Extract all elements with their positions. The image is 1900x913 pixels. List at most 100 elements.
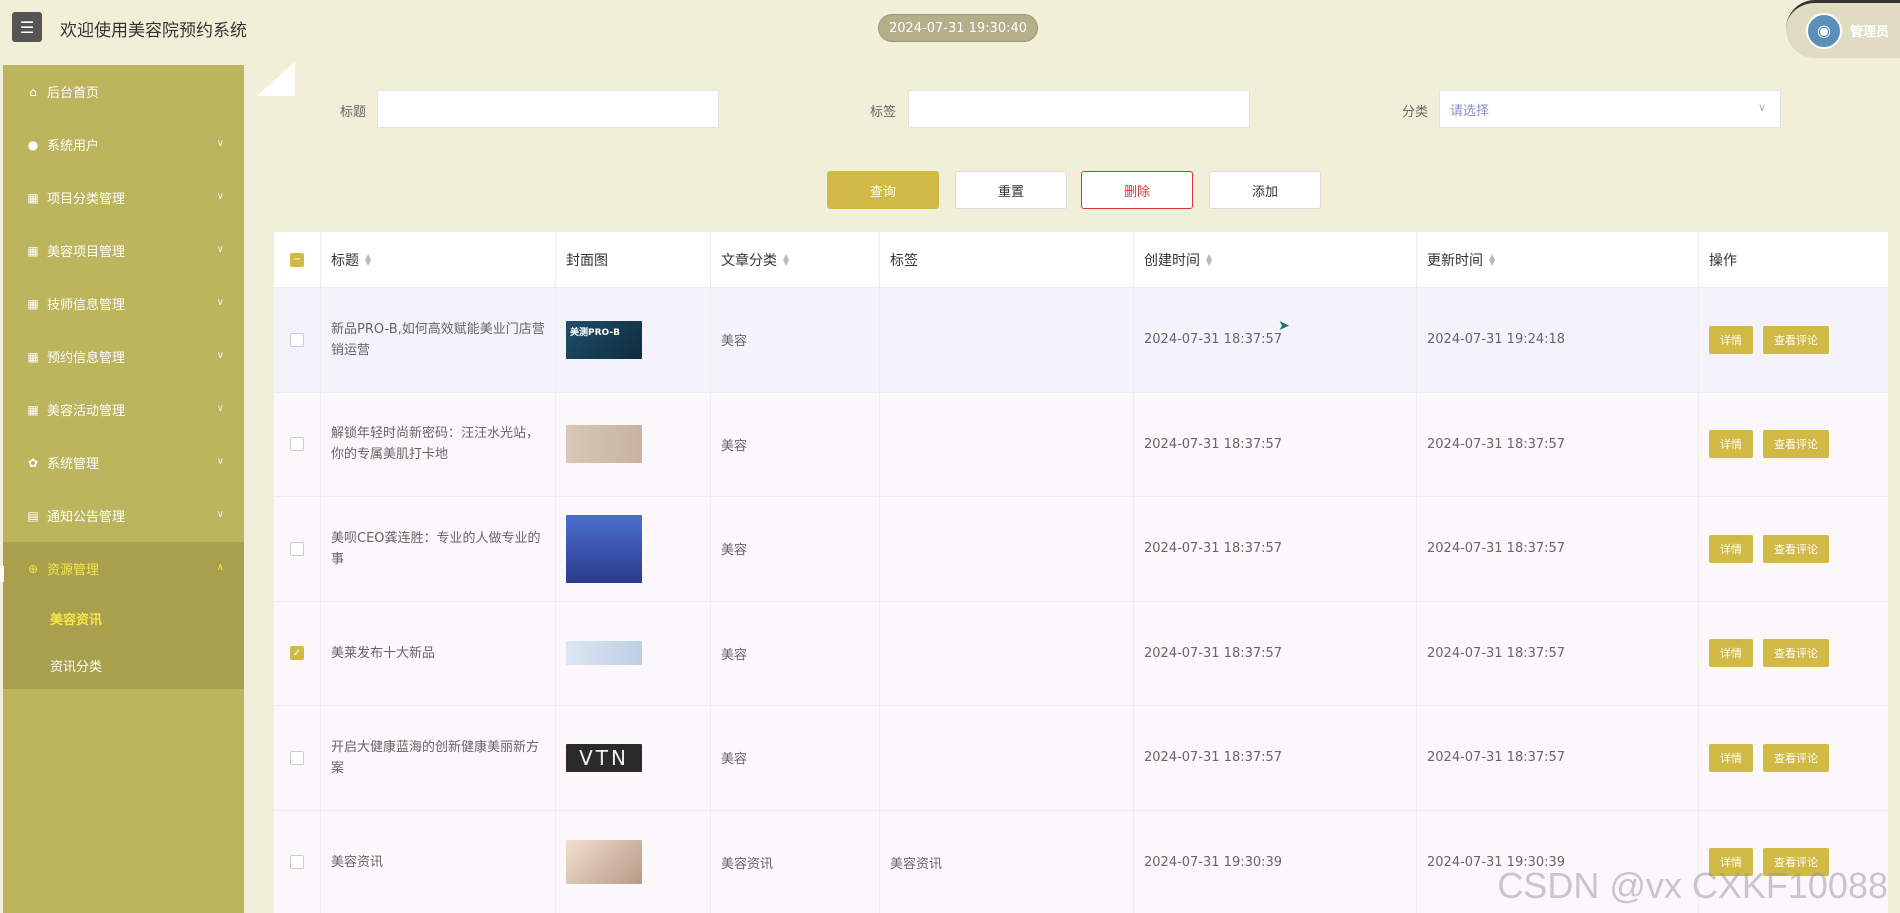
sidebar-item-system-management[interactable]: ✿ 系统管理 ∨ — [3, 436, 244, 489]
row-title: 解锁年轻时尚新密码：汪汪水光站，你的专属美肌打卡地 — [331, 426, 540, 463]
row-created: 2024-07-31 18:37:57 — [1134, 706, 1417, 810]
grid-icon: ▦ — [27, 296, 39, 311]
user-menu[interactable]: ◉ 管理员 — [1786, 0, 1900, 58]
cover-image: 美测PRO-B — [566, 320, 642, 359]
sidebar-item-appointments[interactable]: ▦ 预约信息管理 ∨ — [3, 330, 244, 383]
sidebar-item-technicians[interactable]: ▦ 技师信息管理 ∨ — [3, 277, 244, 330]
header-updated[interactable]: 更新时间 ▲ ▼ — [1417, 232, 1699, 287]
category-placeholder: 请选择 — [1450, 103, 1490, 119]
row-title: 新品PRO-B,如何高效赋能美业门店营销运营 — [331, 321, 545, 358]
cover-image — [566, 514, 642, 583]
header-created[interactable]: 创建时间 ▲ ▼ — [1134, 232, 1417, 287]
sidebar-item-notices[interactable]: ▤ 通知公告管理 ∨ — [3, 489, 244, 542]
chevron-down-icon: ∨ — [216, 403, 224, 414]
view-comments-button[interactable]: 查看评论 — [1763, 325, 1829, 354]
row-updated: 2024-07-31 18:37:57 — [1417, 497, 1699, 601]
title-input[interactable] — [377, 90, 719, 128]
row-title: 开启大健康蓝海的创新健康美丽新方案 — [331, 739, 540, 776]
row-checkbox[interactable] — [290, 332, 304, 347]
table-row[interactable]: 开启大健康蓝海的创新健康美丽新方案 VTN 美容 2024-07-31 18:3… — [274, 706, 1888, 811]
row-checkbox[interactable] — [290, 541, 304, 556]
chevron-down-icon: ∨ — [216, 297, 224, 308]
detail-button[interactable]: 详情 — [1709, 325, 1753, 354]
sidebar-item-project-category[interactable]: ▦ 项目分类管理 ∨ — [3, 171, 244, 224]
header-category[interactable]: 文章分类 ▲ ▼ — [711, 232, 880, 287]
row-checkbox[interactable] — [290, 855, 304, 870]
chevron-down-icon: ∨ — [216, 350, 224, 361]
detail-button[interactable]: 详情 — [1709, 534, 1753, 563]
row-tag: 美容资讯 — [880, 810, 1134, 913]
view-comments-button[interactable]: 查看评论 — [1763, 639, 1829, 668]
sidebar-item-label: 美容活动管理 — [47, 404, 126, 419]
plus-circle-icon: ⊕ — [27, 561, 39, 576]
tag-input[interactable] — [908, 90, 1250, 128]
query-button[interactable]: 查询 — [827, 171, 939, 209]
news-table: − 标题 ▲ ▼ 封面图 文章分类 ▲ ▼ 标签 创建时间 ▲ ▼ 更新时间 ▲ ▼ 操作 新品… — [274, 232, 1888, 913]
table-row[interactable]: 新品PRO-B,如何高效赋能美业门店营销运营 美测PRO-B 美容 2024-0… — [274, 288, 1888, 393]
sidebar-item-label: 后台首页 — [47, 86, 100, 101]
detail-button[interactable]: 详情 — [1709, 639, 1753, 668]
table-row[interactable]: 解锁年轻时尚新密码：汪汪水光站，你的专属美肌打卡地 美容 2024-07-31 … — [274, 392, 1888, 497]
row-updated: 2024-07-31 19:24:18 — [1417, 288, 1699, 392]
sidebar-item-activities[interactable]: ▦ 美容活动管理 ∨ — [3, 383, 244, 436]
sidebar-item-system-users[interactable]: ● 系统用户 ∨ — [3, 118, 244, 171]
header-title[interactable]: 标题 ▲ ▼ — [321, 232, 556, 287]
sort-icon[interactable]: ▲ ▼ — [783, 252, 789, 266]
row-created: 2024-07-31 19:30:39 — [1134, 810, 1417, 913]
header-cover: 封面图 — [556, 232, 711, 287]
grid-icon: ▦ — [27, 190, 39, 205]
sort-icon[interactable]: ▲ ▼ — [365, 252, 371, 266]
sidebar-subitem-news-category[interactable]: 资讯分类 — [3, 642, 244, 689]
category-label: 分类 — [1402, 105, 1429, 120]
sidebar-item-label: 美容项目管理 — [47, 245, 126, 260]
row-updated: 2024-07-31 18:37:57 — [1417, 601, 1699, 705]
detail-button[interactable]: 详情 — [1709, 430, 1753, 459]
row-category: 美容 — [711, 392, 880, 496]
cover-image — [566, 425, 642, 464]
sidebar-item-label: 资源管理 — [47, 563, 100, 578]
row-tag — [880, 601, 1134, 705]
row-checkbox[interactable] — [290, 750, 304, 765]
row-title: 美呗CEO龚连胜：专业的人做专业的事 — [331, 530, 541, 567]
category-select[interactable]: 请选择 ∨ — [1439, 90, 1781, 128]
view-comments-button[interactable]: 查看评论 — [1763, 534, 1829, 563]
table-row[interactable]: 美呗CEO龚连胜：专业的人做专业的事 美容 2024-07-31 18:37:5… — [274, 497, 1888, 602]
row-category: 美容 — [711, 706, 880, 810]
view-comments-button[interactable]: 查看评论 — [1763, 743, 1829, 772]
grid-icon: ▦ — [27, 243, 39, 258]
sidebar-item-label: 技师信息管理 — [47, 298, 126, 313]
row-category: 美容 — [711, 497, 880, 601]
header-tag: 标签 — [880, 232, 1134, 287]
sidebar-item-label: 预约信息管理 — [47, 351, 126, 366]
row-tag — [880, 288, 1134, 392]
cover-image — [566, 641, 642, 666]
user-icon: ● — [27, 137, 39, 152]
row-title: 美容资讯 — [331, 854, 384, 870]
sort-icon[interactable]: ▲ ▼ — [1489, 252, 1495, 266]
row-checkbox[interactable]: ✓ — [290, 646, 304, 661]
sidebar-item-beauty-projects[interactable]: ▦ 美容项目管理 ∨ — [3, 224, 244, 277]
cover-image: VTN — [566, 743, 642, 772]
datetime-badge: 2024-07-31 19:30:40 — [878, 14, 1038, 42]
sidebar-item-resources[interactable]: ⊕ 资源管理 ∧ — [3, 542, 244, 595]
row-updated: 2024-07-31 18:37:57 — [1417, 706, 1699, 810]
detail-button[interactable]: 详情 — [1709, 743, 1753, 772]
sidebar-subitem-beauty-news[interactable]: 美容资讯 — [3, 595, 244, 642]
row-created: 2024-07-31 18:37:57 — [1134, 497, 1417, 601]
add-button[interactable]: 添加 — [1209, 171, 1321, 209]
row-checkbox[interactable] — [290, 437, 304, 452]
reset-button[interactable]: 重置 — [955, 171, 1067, 209]
row-updated: 2024-07-31 18:37:57 — [1417, 392, 1699, 496]
view-comments-button[interactable]: 查看评论 — [1763, 430, 1829, 459]
cover-image — [566, 840, 642, 885]
row-created: 2024-07-31 18:37:57 — [1134, 601, 1417, 705]
table-row[interactable]: ✓ 美莱发布十大新品 美容 2024-07-31 18:37:57 2024-0… — [274, 601, 1888, 706]
sidebar-item-label: 项目分类管理 — [47, 192, 126, 207]
select-all-checkbox[interactable]: − — [290, 252, 304, 267]
delete-button[interactable]: 删除 — [1081, 171, 1193, 209]
chevron-down-icon: ∨ — [216, 244, 224, 255]
menu-toggle-icon[interactable]: ☰ — [12, 12, 42, 42]
sort-icon[interactable]: ▲ ▼ — [1206, 252, 1212, 266]
sidebar-item-home[interactable]: ⌂ 后台首页 — [3, 65, 244, 118]
row-category: 美容 — [711, 601, 880, 705]
